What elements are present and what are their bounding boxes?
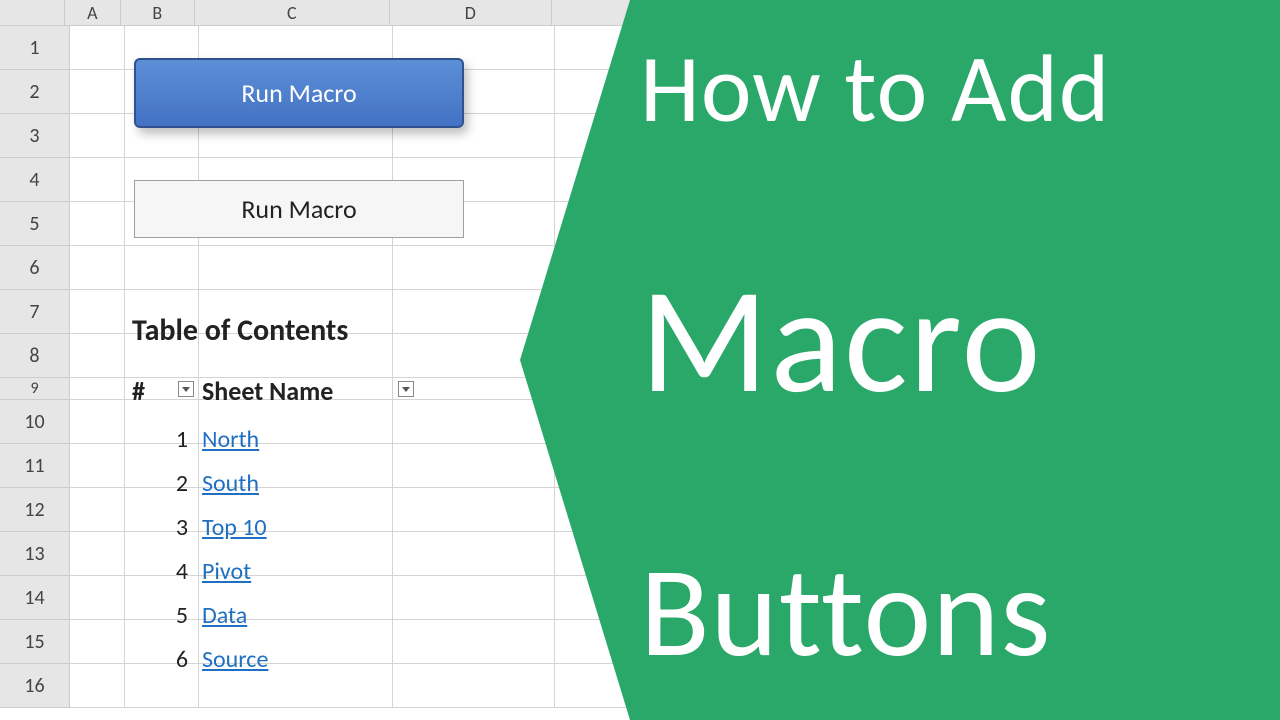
- row-header[interactable]: 6: [0, 246, 70, 290]
- filter-dropdown-icon[interactable]: [398, 381, 414, 397]
- table-row: 5Data: [132, 593, 422, 637]
- overlay-line-3: Buttons: [640, 534, 1260, 690]
- sheet-link[interactable]: South: [202, 469, 259, 498]
- table-row: 1North: [132, 417, 422, 461]
- toc-header-number: #: [132, 375, 145, 407]
- row-header[interactable]: 1: [0, 26, 70, 70]
- sheet-link[interactable]: Top 10: [202, 513, 267, 542]
- row-header[interactable]: 2: [0, 70, 70, 114]
- column-header[interactable]: C: [195, 0, 390, 26]
- toc-row-number: 4: [132, 557, 202, 586]
- title-overlay: How to Add Macro Buttons: [520, 0, 1280, 720]
- row-header[interactable]: 14: [0, 576, 70, 620]
- row-headers: 12345678910111213141516: [0, 26, 70, 708]
- column-header[interactable]: A: [65, 0, 121, 26]
- row-header[interactable]: 16: [0, 664, 70, 708]
- row-header[interactable]: 12: [0, 488, 70, 532]
- row-header[interactable]: 8: [0, 334, 70, 378]
- table-row: 2South: [132, 461, 422, 505]
- table-row: 6Source: [132, 637, 422, 681]
- row-header[interactable]: 4: [0, 158, 70, 202]
- sheet-link[interactable]: Data: [202, 601, 247, 630]
- toc-title: Table of Contents: [132, 312, 422, 349]
- run-macro-button-secondary[interactable]: Run Macro: [134, 180, 464, 238]
- sheet-link[interactable]: Source: [202, 645, 268, 674]
- row-header[interactable]: 10: [0, 400, 70, 444]
- row-header[interactable]: 15: [0, 620, 70, 664]
- toc-row-number: 2: [132, 469, 202, 498]
- row-header[interactable]: 9: [0, 378, 70, 400]
- table-row: 3Top 10: [132, 505, 422, 549]
- sheet-link[interactable]: Pivot: [202, 557, 251, 586]
- column-header[interactable]: B: [121, 0, 195, 26]
- toc-row-number: 5: [132, 601, 202, 630]
- toc-rows: 1North2South3Top 104Pivot5Data6Source: [132, 417, 422, 681]
- overlay-line-1: How to Add: [640, 30, 1260, 147]
- toc-header-sheetname: Sheet Name: [202, 375, 333, 407]
- toc-row-number: 6: [132, 645, 202, 674]
- toc-row-number: 1: [132, 425, 202, 454]
- row-header[interactable]: 11: [0, 444, 70, 488]
- overlay-line-2: Macro: [640, 249, 1260, 432]
- toc-row-number: 3: [132, 513, 202, 542]
- filter-dropdown-icon[interactable]: [178, 381, 194, 397]
- row-header[interactable]: 3: [0, 114, 70, 158]
- select-all-corner[interactable]: [0, 0, 65, 26]
- row-header[interactable]: 7: [0, 290, 70, 334]
- row-header[interactable]: 5: [0, 202, 70, 246]
- sheet-link[interactable]: North: [202, 425, 259, 454]
- run-macro-button-primary[interactable]: Run Macro: [134, 58, 464, 128]
- row-header[interactable]: 13: [0, 532, 70, 576]
- table-of-contents: Table of Contents # Sheet Name 1North2So…: [132, 312, 422, 681]
- table-row: 4Pivot: [132, 549, 422, 593]
